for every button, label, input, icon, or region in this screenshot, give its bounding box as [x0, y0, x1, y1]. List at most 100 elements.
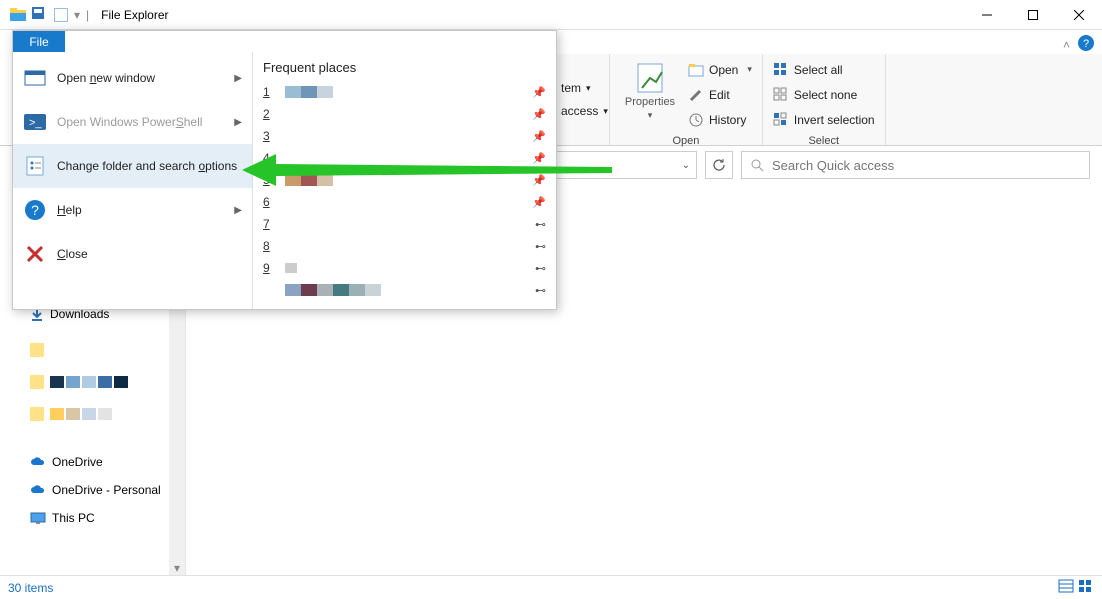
- open-button[interactable]: Open ▾: [688, 58, 752, 81]
- nav-item-onedrive-personal[interactable]: OneDrive - Personal: [0, 480, 185, 500]
- ribbon-content: tem ▾ access ▾ Properties ▾ Open ▾ Edit …: [555, 30, 1102, 145]
- invert-selection-button[interactable]: Invert selection: [773, 108, 875, 131]
- file-menu-commands: Open new window ▶ >_ Open Windows PowerS…: [13, 52, 253, 309]
- powershell-icon: >_: [23, 112, 47, 132]
- history-button[interactable]: History: [688, 108, 752, 131]
- file-menu-label: Open new window: [57, 71, 155, 85]
- open-icon: [688, 62, 704, 78]
- select-all-button[interactable]: Select all: [773, 58, 875, 81]
- nav-item-folder-2[interactable]: [0, 372, 185, 392]
- view-details-button[interactable]: [1058, 579, 1074, 596]
- pin-icon[interactable]: 📌: [532, 130, 546, 143]
- nav-item-this-pc[interactable]: This PC: [0, 508, 185, 528]
- ribbon-group-open-label: Open: [610, 135, 762, 149]
- folder-icon: [30, 375, 44, 389]
- file-menu-label: Close: [57, 247, 88, 261]
- edit-button[interactable]: Edit: [688, 83, 752, 106]
- frequent-place[interactable]: 1📌: [263, 81, 546, 103]
- select-none-icon: [773, 87, 789, 103]
- unpin-icon[interactable]: ⊷: [535, 262, 546, 275]
- cloud-icon: [30, 457, 46, 467]
- pin-icon[interactable]: 📌: [532, 86, 546, 99]
- submenu-arrow-icon: ▶: [234, 73, 242, 84]
- folder-icon: [30, 407, 44, 421]
- file-close[interactable]: Close: [13, 232, 252, 276]
- frequent-places-title: Frequent places: [263, 60, 546, 81]
- select-all-icon: [773, 62, 789, 78]
- frequent-place-more[interactable]: ⊷: [263, 279, 546, 301]
- file-tab[interactable]: File: [13, 31, 65, 52]
- save-icon[interactable]: [32, 7, 48, 23]
- close-icon: [23, 244, 47, 264]
- submenu-arrow-icon: ▶: [234, 117, 242, 128]
- status-item-count: 30 items: [8, 581, 53, 595]
- easy-access-fragment[interactable]: access ▾: [561, 100, 608, 123]
- frequent-place[interactable]: 6📌: [263, 191, 546, 213]
- folder-options-icon: [23, 156, 47, 176]
- invert-selection-icon: [773, 112, 789, 128]
- titlebar-separator: |: [86, 8, 89, 22]
- search-input[interactable]: [772, 158, 1081, 173]
- maximize-button[interactable]: [1010, 0, 1056, 30]
- frequent-place[interactable]: 3📌: [263, 125, 546, 147]
- close-button[interactable]: [1056, 0, 1102, 30]
- file-open-powershell[interactable]: >_ Open Windows PowerShell ▶: [13, 100, 252, 144]
- search-box[interactable]: [741, 151, 1090, 179]
- unpin-icon[interactable]: ⊷: [535, 218, 546, 231]
- status-bar: 30 items: [0, 575, 1102, 599]
- refresh-button[interactable]: [705, 151, 733, 179]
- new-item-fragment[interactable]: tem ▾: [561, 77, 591, 100]
- address-dropdown-icon[interactable]: ⌄: [682, 160, 690, 171]
- properties-button[interactable]: Properties ▾: [620, 58, 680, 121]
- svg-text:>_: >_: [29, 117, 42, 129]
- ribbon-group-select-label: Select: [763, 135, 885, 149]
- svg-text:?: ?: [31, 202, 39, 218]
- unpin-icon[interactable]: ⊷: [535, 284, 546, 297]
- qat-dropdown-icon[interactable]: ▾: [74, 8, 80, 22]
- nav-item-folder-3[interactable]: [0, 404, 185, 424]
- file-change-folder-options[interactable]: Change folder and search options: [13, 144, 252, 188]
- unpin-icon[interactable]: ⊷: [535, 240, 546, 253]
- titlebar: ▾ | File Explorer: [0, 0, 1102, 30]
- system-buttons: [964, 0, 1102, 30]
- minimize-button[interactable]: [964, 0, 1010, 30]
- window-icon: [23, 68, 47, 88]
- pixel-blur: [285, 262, 297, 274]
- annotation-arrow: [242, 150, 612, 190]
- frequent-place[interactable]: 2📌: [263, 103, 546, 125]
- pixel-blur: [285, 86, 333, 98]
- submenu-arrow-icon: ▶: [234, 205, 242, 216]
- nav-item-onedrive[interactable]: OneDrive: [0, 452, 185, 472]
- folder-icon: [30, 343, 44, 357]
- refresh-icon: [712, 158, 726, 172]
- search-icon: [750, 158, 764, 172]
- frequent-place[interactable]: 7⊷: [263, 213, 546, 235]
- explorer-icon: [10, 7, 26, 23]
- window-title: File Explorer: [101, 8, 168, 22]
- ribbon-group-open: Properties ▾ Open ▾ Edit History Open: [610, 54, 763, 145]
- nav-item-label: OneDrive - Personal: [52, 483, 161, 497]
- pin-icon[interactable]: 📌: [532, 108, 546, 121]
- qat-button[interactable]: [54, 8, 68, 22]
- file-menu-label: Open Windows PowerShell: [57, 115, 202, 129]
- file-menu-label: Help: [57, 203, 82, 217]
- help-icon: ?: [23, 200, 47, 220]
- select-none-button[interactable]: Select none: [773, 83, 875, 106]
- nav-item-label: OneDrive: [52, 455, 103, 469]
- frequent-place[interactable]: 9⊷: [263, 257, 546, 279]
- edit-icon: [688, 87, 704, 103]
- file-open-new-window[interactable]: Open new window ▶: [13, 56, 252, 100]
- pin-icon[interactable]: 📌: [532, 196, 546, 209]
- ribbon-group-select: Select all Select none Invert selection …: [763, 54, 886, 145]
- history-icon: [688, 112, 704, 128]
- titlebar-left: ▾ | File Explorer: [0, 7, 169, 23]
- nav-item-folder-1[interactable]: [0, 340, 185, 360]
- file-help[interactable]: ? Help ▶: [13, 188, 252, 232]
- cloud-icon: [30, 485, 46, 495]
- frequent-place[interactable]: 8⊷: [263, 235, 546, 257]
- pc-icon: [30, 512, 46, 524]
- pixel-blur: [50, 408, 112, 420]
- ribbon-group-partial: tem ▾ access ▾: [555, 54, 610, 145]
- pixel-blur: [50, 376, 128, 388]
- view-large-button[interactable]: [1078, 579, 1094, 596]
